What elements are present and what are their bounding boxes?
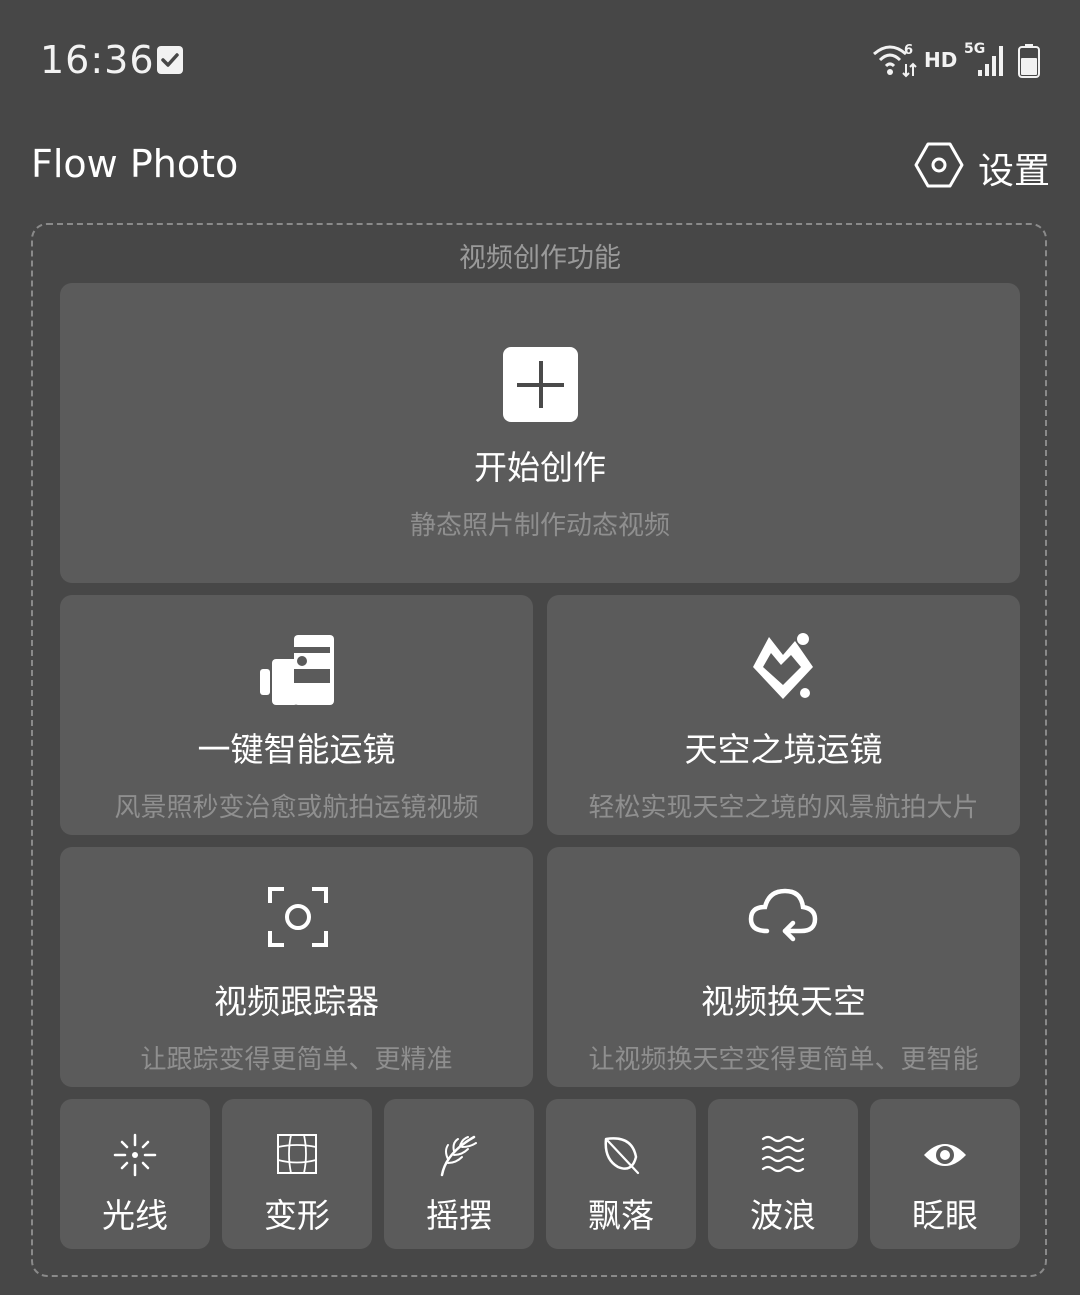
video-camera-icon: [260, 635, 334, 705]
settings-label: 设置: [978, 151, 1051, 192]
start-creation-subtitle: 静态照片制作动态视频: [409, 511, 670, 541]
start-creation-card[interactable]: 开始创作 静态照片制作动态视频: [60, 283, 1020, 583]
status-indicators: 6 HD 5G: [872, 40, 1042, 80]
status-bar: 16:36 6 HD 5G: [0, 0, 1080, 120]
smart-camera-move-title: 一键智能运镜: [197, 730, 396, 769]
video-tracker-card[interactable]: 视频跟踪器 让跟踪变得更简单、更精准: [60, 847, 533, 1087]
sky-mirror-title: 天空之境运镜: [684, 730, 883, 769]
status-time: 16:36: [40, 38, 155, 82]
branch-sway-icon: [440, 1135, 477, 1177]
battery-icon: [1018, 44, 1040, 78]
settings-button[interactable]: 设置: [914, 138, 1054, 192]
tool-wave-label: 波浪: [750, 1196, 816, 1235]
sky-mirror-subtitle: 轻松实现天空之境的风景航拍大片: [588, 793, 979, 823]
focus-tracker-icon: [268, 887, 328, 947]
hd-label: HD: [924, 48, 958, 72]
wifi-generation-label: 6: [904, 43, 913, 58]
warp-grid-icon: [277, 1134, 317, 1174]
smart-camera-move-subtitle: 风景照秒变治愈或航拍运镜视频: [114, 793, 479, 823]
smart-camera-move-card[interactable]: 一键智能运镜 风景照秒变治愈或航拍运镜视频: [60, 595, 533, 835]
tool-blink[interactable]: 眨眼: [870, 1099, 1020, 1249]
app-title: Flow Photo: [31, 142, 239, 186]
video-sky-replace-title: 视频换天空: [701, 982, 866, 1021]
sky-mirror-icon: [753, 633, 813, 699]
tool-blink-label: 眨眼: [912, 1196, 978, 1235]
video-tracker-title: 视频跟踪器: [214, 982, 379, 1021]
tool-fall-label: 飘落: [588, 1196, 654, 1235]
tool-fall[interactable]: 飘落: [546, 1099, 696, 1249]
tool-light[interactable]: 光线: [60, 1099, 210, 1249]
tool-warp[interactable]: 变形: [222, 1099, 372, 1249]
cell-signal-icon: 5G: [964, 41, 1003, 76]
sky-mirror-card[interactable]: 天空之境运镜 轻松实现天空之境的风景航拍大片: [547, 595, 1020, 835]
wifi-icon: 6: [873, 43, 917, 78]
cloud-replace-icon: [748, 888, 818, 942]
tool-light-label: 光线: [102, 1196, 168, 1235]
tool-warp-label: 变形: [264, 1196, 330, 1235]
waves-icon: [761, 1135, 805, 1173]
video-sky-replace-card[interactable]: 视频换天空 让视频换天空变得更简单、更智能: [547, 847, 1020, 1087]
tool-sway[interactable]: 摇摆: [384, 1099, 534, 1249]
plus-icon: [503, 347, 578, 422]
light-rays-icon: [113, 1133, 157, 1177]
notification-check-icon: [157, 46, 183, 74]
falling-leaf-icon: [604, 1137, 640, 1175]
settings-hexagon-icon: [914, 142, 964, 188]
eye-blink-icon: [924, 1144, 966, 1166]
tool-wave[interactable]: 波浪: [708, 1099, 858, 1249]
tool-sway-label: 摇摆: [426, 1196, 492, 1235]
video-sky-replace-subtitle: 让视频换天空变得更简单、更智能: [588, 1045, 979, 1075]
panel-title: 视频创作功能: [459, 243, 621, 274]
video-tracker-subtitle: 让跟踪变得更简单、更精准: [140, 1045, 453, 1075]
signal-generation-label: 5G: [964, 41, 985, 57]
start-creation-title: 开始创作: [474, 448, 606, 487]
